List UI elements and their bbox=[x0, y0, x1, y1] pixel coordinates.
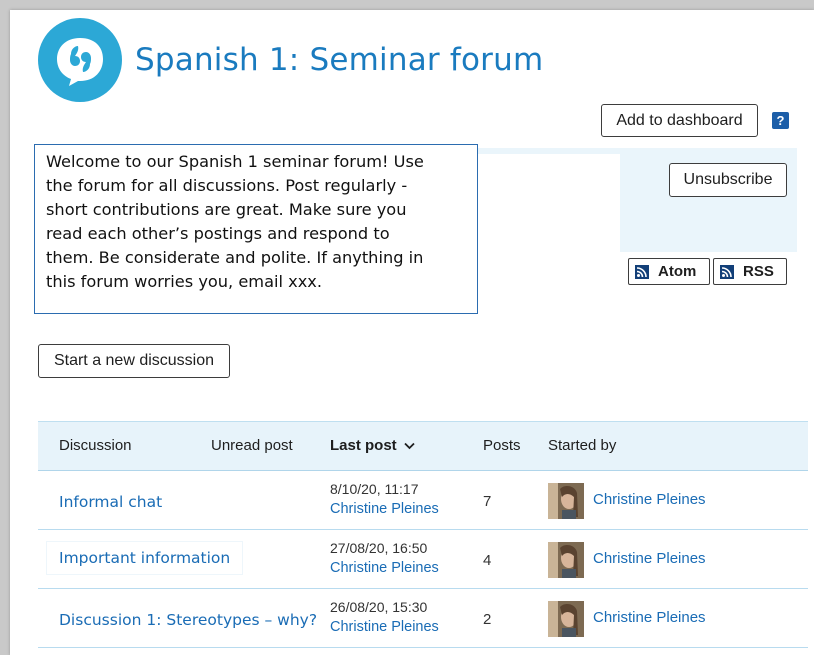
avatar[interactable] bbox=[548, 542, 584, 578]
column-header-last-post[interactable]: Last post bbox=[330, 437, 415, 454]
post-count: 2 bbox=[483, 611, 492, 628]
last-post-author-link[interactable]: Christine Pleines bbox=[330, 560, 439, 576]
avatar[interactable] bbox=[548, 483, 584, 519]
started-by-link[interactable]: Christine Pleines bbox=[593, 609, 706, 626]
welcome-line: the forum for all discussions. Post regu… bbox=[46, 176, 408, 195]
table-row: Informal chat 8/10/20, 11:17 Christine P… bbox=[38, 471, 808, 530]
post-count: 4 bbox=[483, 552, 492, 569]
welcome-line: Welcome to our Spanish 1 seminar forum! … bbox=[46, 152, 424, 171]
column-header-posts[interactable]: Posts bbox=[483, 437, 521, 454]
column-header-unread[interactable]: Unread post bbox=[211, 437, 293, 454]
post-count: 7 bbox=[483, 493, 492, 510]
last-post-date: 27/08/20, 16:50 bbox=[330, 540, 428, 556]
page-title: Spanish 1: Seminar forum bbox=[135, 42, 544, 78]
avatar[interactable] bbox=[548, 601, 584, 637]
unsubscribe-button[interactable]: Unsubscribe bbox=[669, 163, 787, 197]
started-by-link[interactable]: Christine Pleines bbox=[593, 491, 706, 508]
rss-feed-button[interactable]: RSS bbox=[713, 258, 787, 285]
forum-logo-icon bbox=[38, 18, 122, 102]
rss-feed-icon bbox=[635, 264, 649, 279]
welcome-line: read each other’s postings and respond t… bbox=[46, 224, 390, 243]
add-to-dashboard-button[interactable]: Add to dashboard bbox=[601, 104, 758, 137]
discussion-link[interactable]: Important information bbox=[47, 542, 243, 574]
last-post-author-link[interactable]: Christine Pleines bbox=[330, 501, 439, 517]
discussion-link[interactable]: Discussion 1: Stereotypes – why? bbox=[59, 611, 317, 629]
forum-page: Spanish 1: Seminar forum Add to dashboar… bbox=[10, 10, 814, 655]
column-header-discussion[interactable]: Discussion bbox=[59, 437, 132, 454]
last-post-date: 8/10/20, 11:17 bbox=[330, 481, 419, 497]
description-blank-area bbox=[476, 154, 620, 252]
atom-feed-button[interactable]: Atom bbox=[628, 258, 710, 285]
rss-feed-icon bbox=[720, 264, 734, 279]
welcome-line: this forum worries you, email xxx. bbox=[46, 272, 323, 291]
started-by-link[interactable]: Christine Pleines bbox=[593, 550, 706, 567]
discussion-table-header: Discussion Unread post Last post Posts S… bbox=[38, 421, 808, 471]
rss-label: RSS bbox=[743, 263, 774, 280]
table-row: Important information 27/08/20, 16:50 Ch… bbox=[38, 530, 808, 589]
welcome-line: them. Be considerate and polite. If anyt… bbox=[46, 248, 424, 267]
help-icon[interactable]: ? bbox=[772, 112, 789, 129]
table-row: Discussion 1: Stereotypes – why? 26/08/2… bbox=[38, 589, 808, 648]
column-header-started-by[interactable]: Started by bbox=[548, 437, 616, 454]
discussion-link[interactable]: Informal chat bbox=[59, 493, 162, 511]
last-post-label: Last post bbox=[330, 437, 397, 454]
last-post-author-link[interactable]: Christine Pleines bbox=[330, 619, 439, 635]
last-post-date: 26/08/20, 15:30 bbox=[330, 599, 428, 615]
atom-label: Atom bbox=[658, 263, 697, 280]
chevron-down-icon bbox=[404, 442, 415, 450]
welcome-line: short contributions are great. Make sure… bbox=[46, 200, 407, 219]
welcome-message: Welcome to our Spanish 1 seminar forum! … bbox=[34, 144, 478, 314]
start-new-discussion-button[interactable]: Start a new discussion bbox=[38, 344, 230, 378]
